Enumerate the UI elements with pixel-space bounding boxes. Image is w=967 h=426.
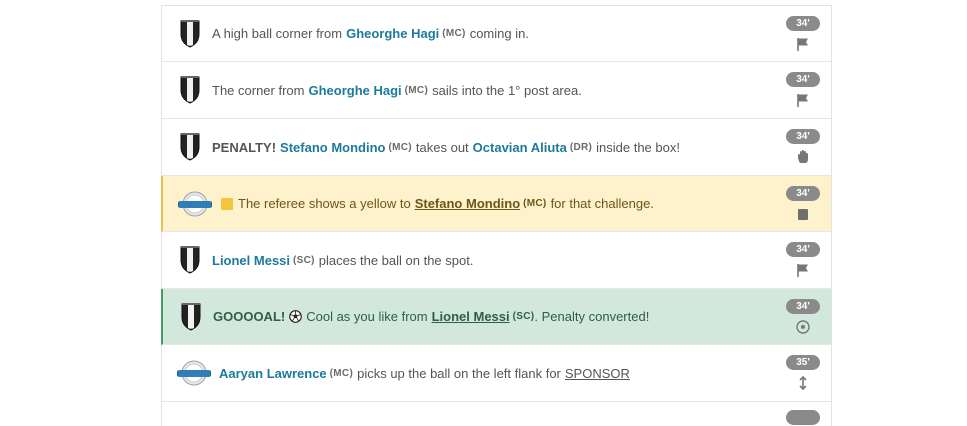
minute-badge: 34': [786, 299, 820, 314]
commentary-row-partial: [162, 402, 831, 425]
commentary-text-post: picks up the ball on the left flank for: [357, 365, 561, 381]
commentary-text-post: . Penalty converted!: [534, 309, 650, 324]
player-link[interactable]: Gheorghe Hagi: [346, 26, 439, 41]
commentary-row: The corner from Gheorghe Hagi (MC) sails…: [162, 62, 831, 119]
commentary-text: GOOOOAL! Cool as you like from Lionel Me…: [213, 289, 649, 344]
commentary-text: Aaryan Lawrence (MC) picks up the ball o…: [219, 345, 630, 401]
player-position: (DR): [569, 141, 593, 153]
commentary-text-pre: The corner from: [212, 82, 305, 98]
commentary-row-goal: GOOOOAL! Cool as you like from Lionel Me…: [161, 289, 831, 345]
minute-badge-partial: [786, 410, 820, 425]
arrows-vertical-icon: [799, 375, 807, 391]
commentary-row: Lionel Messi (SC) places the ball on the…: [162, 232, 831, 289]
player-link[interactable]: Stefano Mondino: [280, 140, 385, 155]
flag-icon: [797, 264, 808, 277]
commentary-row-yellow-card: The referee shows a yellow to Stefano Mo…: [161, 176, 831, 232]
football-icon: [289, 310, 303, 323]
team-shield-icon: [181, 303, 201, 331]
flag-icon: [797, 38, 808, 51]
commentary-text: A high ball corner from Gheorghe Hagi (M…: [212, 6, 529, 61]
player-position: (SC): [512, 311, 535, 322]
match-commentary-feed: A high ball corner from Gheorghe Hagi (M…: [161, 5, 832, 426]
commentary-row: Aaryan Lawrence (MC) picks up the ball o…: [162, 345, 831, 402]
yellow-card-icon: [221, 197, 233, 210]
player-position: (MC): [442, 28, 466, 39]
minute-badge: 34': [786, 242, 820, 257]
player-link[interactable]: Gheorghe Hagi: [308, 83, 401, 98]
commentary-text-pre: The referee shows a yellow to: [238, 196, 411, 211]
flag-icon: [797, 94, 808, 107]
commentary-text: Lionel Messi (SC) places the ball on the…: [212, 232, 473, 288]
player-position: (MC): [329, 367, 354, 379]
penalty-label: PENALTY!: [212, 139, 277, 155]
player-link[interactable]: Lionel Messi: [212, 253, 290, 268]
card-icon: [798, 209, 808, 220]
goal-label: GOOOOAL!: [213, 309, 286, 324]
player-position: (MC): [404, 84, 429, 96]
sponsor-badge-icon: [177, 360, 211, 386]
minute-badge: 34': [786, 186, 820, 201]
commentary-text: The corner from Gheorghe Hagi (MC) sails…: [212, 62, 582, 118]
commentary-row: PENALTY! Stefano Mondino (MC) takes out …: [162, 119, 831, 176]
team-shield-icon: [180, 246, 200, 274]
team-shield-icon: [180, 76, 200, 104]
team-shield-icon: [180, 20, 200, 48]
player-link[interactable]: Octavian Aliuta: [473, 140, 567, 155]
player-link[interactable]: Aaryan Lawrence: [219, 366, 327, 381]
commentary-row: A high ball corner from Gheorghe Hagi (M…: [162, 6, 831, 62]
player-link[interactable]: Stefano Mondino: [415, 196, 520, 211]
commentary-text-post: inside the box!: [596, 139, 680, 155]
hand-icon: [798, 150, 808, 163]
commentary-text-pre: A high ball corner from: [212, 26, 343, 41]
commentary-text: The referee shows a yellow to Stefano Mo…: [221, 176, 654, 231]
commentary-text-post: coming in.: [469, 26, 529, 41]
commentary-text-post: for that challenge.: [550, 196, 654, 211]
minute-badge: 34': [786, 16, 820, 31]
player-position: (SC): [293, 254, 315, 266]
sponsor-link[interactable]: SPONSOR: [565, 366, 630, 381]
sponsor-badge-icon: [178, 191, 212, 217]
commentary-text-post: places the ball on the spot.: [318, 252, 474, 268]
player-position: (MC): [523, 198, 547, 209]
commentary-text-post: sails into the 1° post area.: [432, 82, 582, 98]
team-shield-icon: [180, 133, 200, 161]
commentary-text: PENALTY! Stefano Mondino (MC) takes out …: [212, 119, 680, 175]
minute-badge: 34': [786, 72, 820, 87]
minute-badge: 34': [786, 129, 820, 144]
commentary-text-pre: Cool as you like from: [306, 309, 428, 324]
minute-badge: 35': [786, 355, 820, 370]
commentary-text-mid: takes out: [415, 139, 469, 155]
player-link[interactable]: Lionel Messi: [432, 309, 510, 324]
ball-icon: [796, 320, 810, 334]
player-position: (MC): [388, 141, 412, 153]
